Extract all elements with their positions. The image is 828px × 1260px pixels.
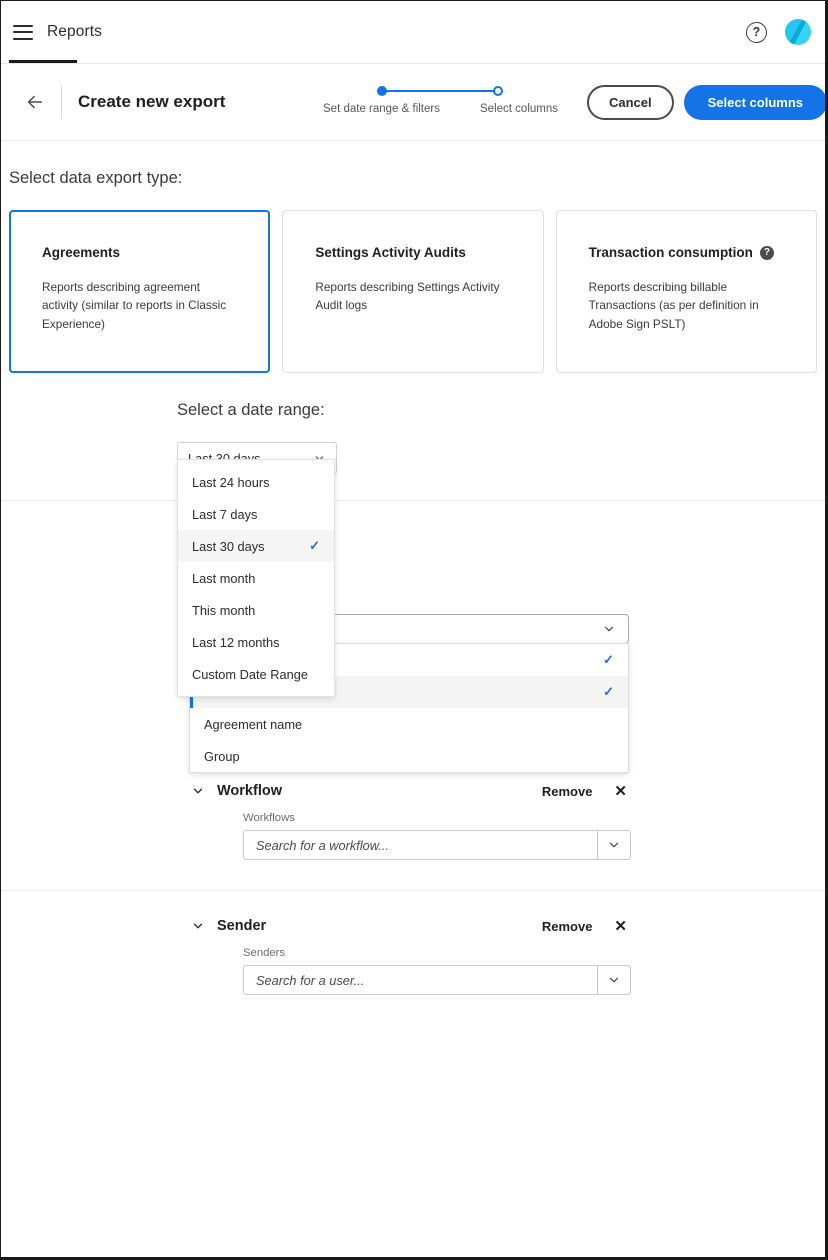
filter-group-header: Sender Remove ✕ — [191, 905, 825, 947]
option-label: Last 12 months — [192, 635, 280, 650]
main-content: Select data export type: Agreements Repo… — [1, 141, 825, 995]
check-icon: ✓ — [603, 652, 614, 668]
export-type-heading: Select data export type: — [1, 141, 825, 188]
check-icon: ✓ — [603, 684, 614, 700]
step-label-2: Select columns — [480, 103, 558, 115]
export-type-card-settings-activity-audits[interactable]: Settings Activity Audits Reports describ… — [282, 210, 543, 373]
help-icon[interactable]: ? — [746, 22, 767, 43]
hamburger-menu-icon[interactable] — [13, 25, 33, 40]
export-type-card-list: Agreements Reports describing agreement … — [1, 188, 825, 373]
check-icon: ✓ — [309, 538, 320, 554]
chevron-down-icon[interactable] — [598, 966, 630, 994]
card-description: Reports describing Settings Activity Aud… — [315, 278, 512, 315]
date-option-last-12-months[interactable]: Last 12 months — [178, 626, 334, 658]
date-option-this-month[interactable]: This month — [178, 594, 334, 626]
filter-group-title: Sender — [217, 918, 266, 934]
subheader-divider — [61, 85, 62, 119]
chevron-down-icon[interactable] — [191, 919, 213, 933]
filter-option-agreement-name[interactable]: Agreement name — [190, 708, 628, 740]
date-option-last-month[interactable]: Last month — [178, 562, 334, 594]
remove-filter-button[interactable]: Remove — [542, 919, 593, 934]
option-label: Last 7 days — [192, 507, 257, 522]
filter-option-group[interactable]: Group — [190, 740, 628, 772]
step-dot-2[interactable] — [493, 86, 503, 96]
card-title-text: Agreements — [42, 245, 120, 260]
app-header-right: ? — [746, 19, 811, 45]
active-tab-indicator — [9, 60, 77, 63]
page-title: Create new export — [78, 92, 225, 112]
export-type-card-agreements[interactable]: Agreements Reports describing agreement … — [9, 210, 270, 373]
card-title: Transaction consumption ? — [589, 245, 786, 260]
avatar[interactable] — [785, 19, 811, 45]
app-header-left: Reports — [13, 23, 102, 41]
workflow-search-input[interactable]: Search for a workflow... — [244, 831, 598, 859]
stepper-labels: Set date range & filters Select columns — [323, 103, 558, 115]
field-label: Senders — [243, 947, 825, 959]
option-label: Group — [204, 749, 240, 764]
card-title-text: Transaction consumption — [589, 245, 753, 260]
option-label: Last month — [192, 571, 255, 586]
chevron-down-icon[interactable] — [598, 831, 630, 859]
card-description: Reports describing agreement activity (s… — [42, 278, 239, 333]
workflow-search-combobox[interactable]: Search for a workflow... — [243, 830, 631, 860]
filter-group-workflow: Workflow Remove ✕ Workflows Search for a… — [1, 770, 825, 890]
app-header-bar: Reports ? — [1, 1, 825, 63]
filter-group-title: Workflow — [217, 783, 282, 799]
stepper-connector — [382, 90, 496, 92]
date-range-section: Select a date range: Last 30 days Last 2… — [1, 373, 825, 474]
date-option-last-30-days[interactable]: Last 30 days ✓ — [178, 530, 334, 562]
filters-section: Apply filters: Filters Add a filter... W… — [1, 501, 825, 644]
option-label: Custom Date Range — [192, 667, 308, 682]
page-subheader: Create new export Set date range & filte… — [1, 64, 825, 140]
info-icon[interactable]: ? — [760, 246, 774, 260]
filter-group-actions: Remove ✕ — [542, 782, 825, 800]
app-window: Reports ? Create new export Set date ran… — [0, 0, 828, 1260]
card-title-text: Settings Activity Audits — [315, 245, 466, 260]
filter-group-body: Workflows Search for a workflow... — [191, 812, 825, 860]
option-label: This month — [192, 603, 255, 618]
step-dot-1[interactable] — [377, 86, 387, 96]
app-title: Reports — [47, 23, 102, 41]
stepper-track — [323, 84, 558, 98]
filter-group-body: Senders Search for a user... — [191, 947, 825, 995]
chevron-down-icon[interactable] — [191, 784, 213, 798]
date-range-dropdown-menu[interactable]: Last 24 hours Last 7 days Last 30 days ✓… — [177, 459, 335, 697]
card-description: Reports describing billable Transactions… — [589, 278, 786, 333]
sender-search-input[interactable]: Search for a user... — [244, 966, 598, 994]
close-icon[interactable]: ✕ — [614, 917, 627, 935]
close-icon[interactable]: ✕ — [614, 782, 627, 800]
progress-stepper: Set date range & filters Select columns — [323, 84, 558, 115]
sender-search-combobox[interactable]: Search for a user... — [243, 965, 631, 995]
option-label: Last 30 days — [192, 539, 265, 554]
header-actions: Cancel Select columns — [587, 85, 827, 120]
date-option-last-7-days[interactable]: Last 7 days — [178, 498, 334, 530]
select-columns-button[interactable]: Select columns — [684, 85, 827, 120]
field-label: Workflows — [243, 812, 825, 824]
filter-group-actions: Remove ✕ — [542, 917, 825, 935]
card-title: Settings Activity Audits — [315, 245, 512, 260]
remove-filter-button[interactable]: Remove — [542, 784, 593, 799]
date-range-heading: Select a date range: — [177, 401, 825, 420]
card-title: Agreements — [42, 245, 239, 260]
chevron-down-icon — [602, 622, 616, 636]
date-option-custom-date-range[interactable]: Custom Date Range — [178, 658, 334, 690]
filter-group-sender: Sender Remove ✕ Senders Search for a use… — [1, 905, 825, 995]
filter-group-spacer — [191, 860, 825, 890]
option-label: Agreement name — [204, 717, 302, 732]
step-label-1: Set date range & filters — [323, 103, 440, 115]
export-type-card-transaction-consumption[interactable]: Transaction consumption ? Reports descri… — [556, 210, 817, 373]
option-label: Last 24 hours — [192, 475, 270, 490]
filter-group-header: Workflow Remove ✕ — [191, 770, 825, 812]
date-option-last-24-hours[interactable]: Last 24 hours — [178, 466, 334, 498]
cancel-button[interactable]: Cancel — [587, 85, 674, 120]
filter-group-top-spacer — [1, 891, 825, 905]
back-arrow-icon[interactable] — [13, 80, 57, 124]
